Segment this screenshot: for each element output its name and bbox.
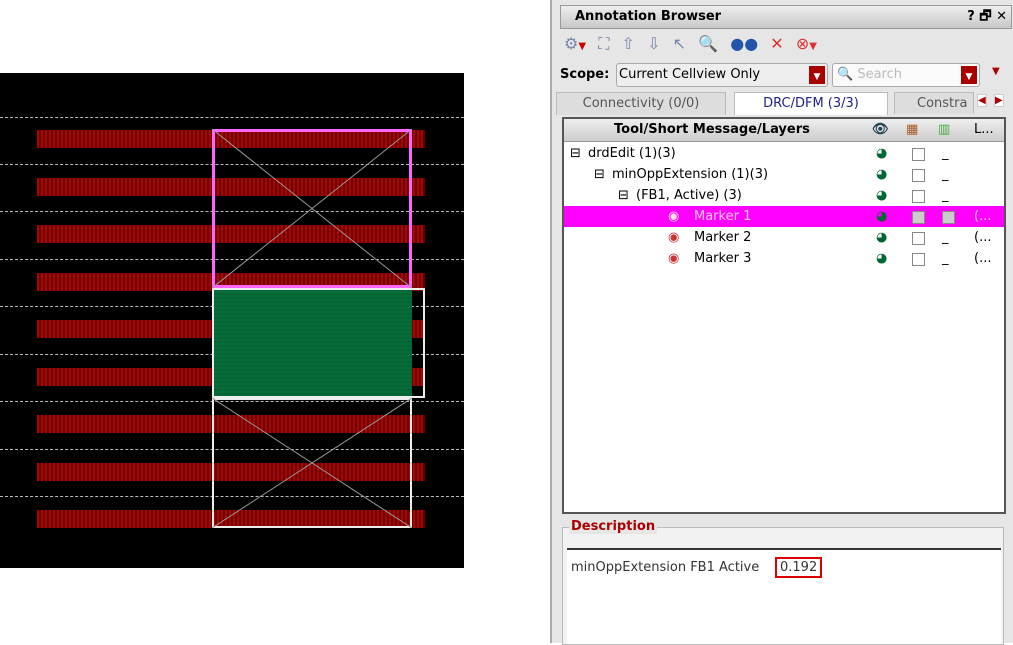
marker-icon: ◉ xyxy=(668,230,680,245)
checkbox[interactable] xyxy=(942,211,955,224)
tree-row-selected[interactable]: ◉ Marker 1 ◕ (... xyxy=(564,206,1004,227)
eye-icon[interactable]: ◕ xyxy=(876,206,887,227)
tree-row[interactable]: ⊟ drdEdit (1)(3) ◕ _ xyxy=(564,143,1004,164)
tab-drc-dfm[interactable]: DRC/DFM (3/3) xyxy=(734,92,888,115)
search-input[interactable]: 🔍 Search ▼ xyxy=(832,63,980,87)
layer-icon: _ xyxy=(942,188,949,203)
close-button[interactable]: ✕ xyxy=(996,9,1007,24)
layer-icon: _ xyxy=(942,251,949,266)
description-value: 0.192 xyxy=(775,557,823,578)
description-group: Description minOppExtension FB1 Active 0… xyxy=(562,519,1004,645)
panel-title: Annotation Browser xyxy=(575,9,722,24)
chevron-down-icon[interactable]: ▼ xyxy=(961,66,977,84)
tree-header: Tool/Short Message/Layers 👁 ▦ ▥ L... xyxy=(564,119,1004,142)
checkbox[interactable] xyxy=(912,232,925,245)
eye-icon[interactable]: ◕ xyxy=(876,164,887,185)
layout-canvas[interactable] xyxy=(0,73,464,568)
eye-icon[interactable]: ◕ xyxy=(876,143,887,164)
marker-3-box[interactable] xyxy=(212,398,412,528)
scope-label: Scope: xyxy=(560,67,610,82)
eye-icon[interactable]: ◕ xyxy=(876,227,887,248)
tab-constraints[interactable]: Constra xyxy=(894,92,974,114)
pointer-icon[interactable]: ↖ xyxy=(673,30,686,58)
marker-icon: ◉ xyxy=(668,209,680,224)
search-zoom-icon[interactable]: 🔍 xyxy=(698,30,718,58)
scope-value: Current Cellview Only xyxy=(619,67,761,82)
row-label: (FB1, Active) (3) xyxy=(636,188,742,203)
chevron-down-icon[interactable]: ▼ xyxy=(809,66,825,84)
eye-icon[interactable]: ◕ xyxy=(876,185,887,206)
show-all-icon[interactable]: ●● xyxy=(730,30,758,58)
checkbox[interactable] xyxy=(912,169,925,182)
description-text-area[interactable]: minOppExtension FB1 Active 0.192 xyxy=(567,548,1001,644)
layer-icon: _ xyxy=(942,230,949,245)
row-label: drdEdit (1)(3) xyxy=(588,146,676,161)
up-arrow-icon[interactable]: ⇧ xyxy=(622,30,635,58)
layer-icon: _ xyxy=(942,167,949,182)
search-options-icon[interactable]: ▼ xyxy=(992,66,1000,77)
row-label: Marker 1 xyxy=(694,209,752,224)
row-label: Marker 3 xyxy=(694,251,752,266)
checkbox[interactable] xyxy=(912,190,925,203)
column-header-message[interactable]: Tool/Short Message/Layers xyxy=(614,119,810,141)
tree-row[interactable]: ◉ Marker 2 ◕ _ (... xyxy=(564,227,1004,248)
tab-scroll-right-icon[interactable]: ▶ xyxy=(994,94,1004,107)
collapse-icon[interactable]: ⊟ xyxy=(570,143,581,164)
float-button[interactable]: 🗗 xyxy=(979,9,991,24)
annotation-tree: Tool/Short Message/Layers 👁 ▦ ▥ L... ⊟ dr… xyxy=(562,117,1006,514)
select-column-icon[interactable]: ▦ xyxy=(906,119,918,141)
collapse-icon[interactable]: ⊟ xyxy=(618,185,629,206)
panel-titlebar: Annotation Browser ? 🗗 ✕ xyxy=(560,5,1012,29)
tab-scroll-left-icon[interactable]: ◀ xyxy=(977,94,987,107)
checkbox[interactable] xyxy=(912,253,925,266)
description-title: Description xyxy=(569,519,658,534)
row-extra: (... xyxy=(974,230,992,245)
row-extra: (... xyxy=(974,251,992,266)
checkbox[interactable] xyxy=(912,148,925,161)
tree-row[interactable]: ◉ Marker 3 ◕ _ (... xyxy=(564,248,1004,269)
marker-icon: ◉ xyxy=(668,251,680,266)
visibility-column-icon[interactable]: 👁 xyxy=(872,119,889,141)
search-icon: 🔍 xyxy=(837,67,854,82)
highlight-column-icon[interactable]: ▥ xyxy=(938,119,950,141)
scope-select[interactable]: Current Cellview Only ▼ xyxy=(616,63,828,87)
annotation-browser-panel: Annotation Browser ? 🗗 ✕ ⚙▼ ⛶ ⇧ ⇩ ↖ 🔍 ●●… xyxy=(550,0,1013,645)
tree-row[interactable]: ⊟ minOppExtension (1)(3) ◕ _ xyxy=(564,164,1004,185)
eye-icon[interactable]: ◕ xyxy=(876,248,887,269)
row-label: minOppExtension (1)(3) xyxy=(612,167,769,182)
grid-line xyxy=(0,117,464,118)
toolbar: ⚙▼ ⛶ ⇧ ⇩ ↖ 🔍 ●● ✕ ⊗▼ xyxy=(560,30,1010,58)
description-text: minOppExtension FB1 Active xyxy=(571,560,760,575)
tree-row[interactable]: ⊟ (FB1, Active) (3) ◕ _ xyxy=(564,185,1004,206)
checkbox[interactable] xyxy=(912,211,925,224)
marker-1-box[interactable] xyxy=(212,129,412,288)
row-extra: (... xyxy=(974,209,992,224)
down-arrow-icon[interactable]: ⇩ xyxy=(647,30,660,58)
column-header-layers[interactable]: L... xyxy=(974,119,994,141)
tab-connectivity[interactable]: Connectivity (0/0) xyxy=(556,92,726,115)
delete-icon[interactable]: ⊗▼ xyxy=(796,30,817,61)
search-placeholder: Search xyxy=(857,67,902,82)
settings-icon[interactable]: ⚙▼ xyxy=(564,30,586,61)
row-label: Marker 2 xyxy=(694,230,752,245)
layer-icon: _ xyxy=(942,146,949,161)
marker-2-box[interactable] xyxy=(212,288,425,398)
help-button[interactable]: ? xyxy=(967,9,975,24)
hide-all-icon[interactable]: ✕ xyxy=(770,30,783,58)
zoom-fit-icon[interactable]: ⛶ xyxy=(598,30,609,58)
collapse-icon[interactable]: ⊟ xyxy=(594,164,605,185)
